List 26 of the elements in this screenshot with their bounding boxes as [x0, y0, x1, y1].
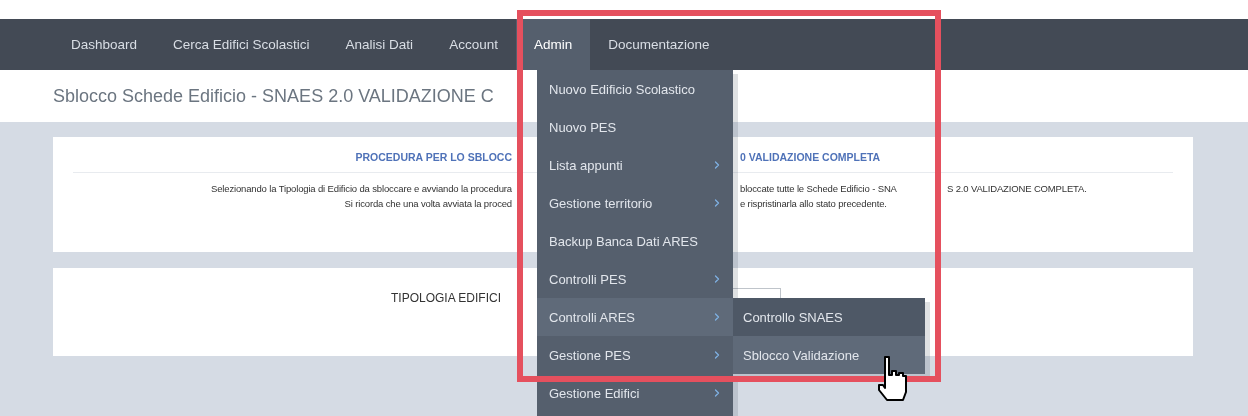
menu-item[interactable]: Controlli ARES: [537, 298, 733, 336]
menu-item[interactable]: Gestione PES: [537, 336, 733, 374]
menu-item[interactable]: Backup Banca Dati ARES: [537, 222, 733, 260]
field-label: TIPOLOGIA EDIFICI: [391, 291, 502, 305]
nav-tab[interactable]: Dashboard: [53, 19, 156, 70]
nav-tab[interactable]: Analisi Dati: [327, 19, 432, 70]
info-text: bloccate tutte le Schede Edificio - SNA: [740, 182, 898, 196]
nav-tab[interactable]: Account: [431, 19, 516, 70]
info-text: Si ricorda che una volta avviata la proced: [343, 197, 512, 211]
menu-item[interactable]: Sblocco Validazione: [733, 336, 925, 374]
nav-tab[interactable]: Admin: [515, 19, 591, 70]
info-text: Selezionando la Tipologia di Edificio da sbloccare e avviando la procedura: [209, 182, 512, 196]
card-heading: 0 VALIDAZIONE COMPLETA: [740, 151, 882, 163]
info-text: e rispristinarla allo stato precedente.: [740, 197, 888, 211]
info-text: S 2.0 VALIDAZIONE COMPLETA.: [947, 182, 1088, 196]
menu-item[interactable]: Controllo SNAES: [733, 298, 925, 336]
nav-tab[interactable]: Documentazione: [590, 19, 728, 70]
page-title: Sblocco Schede Edificio - SNAES 2.0 VALIDAZIONE C: [53, 85, 494, 107]
menu-item[interactable]: Nuovo PES: [537, 108, 733, 146]
menu-item[interactable]: Lista appunti: [537, 146, 733, 184]
nav-tab[interactable]: Cerca Edifici Scolastici: [155, 19, 328, 70]
menu-item[interactable]: Gestione territorio: [537, 184, 733, 222]
card-heading: PROCEDURA PER LO SBLOCC: [354, 151, 512, 163]
menu-item[interactable]: Gestione Edifici: [537, 374, 733, 412]
menu-item[interactable]: Nuovo Edificio Scolastico: [537, 70, 733, 108]
menu-item[interactable]: Controlli PES: [537, 260, 733, 298]
